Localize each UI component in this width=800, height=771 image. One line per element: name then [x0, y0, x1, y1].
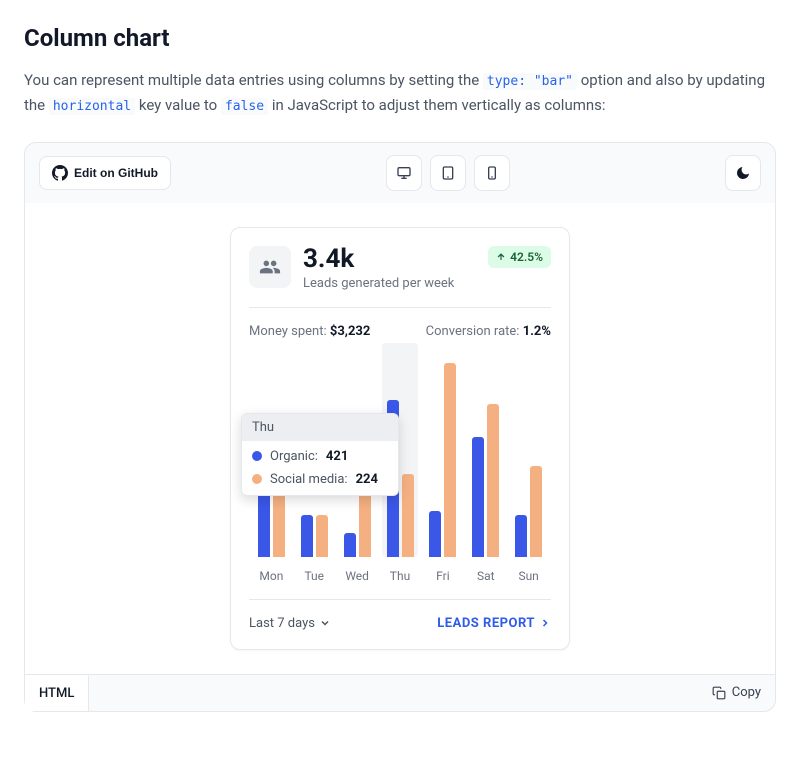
conversion-value: 1.2% [523, 324, 551, 339]
leads-subtitle: Leads generated per week [303, 276, 454, 291]
edit-on-github-button[interactable]: Edit on GitHub [39, 156, 171, 190]
x-axis-label: Tue [296, 569, 333, 583]
desc-text-1: You can represent multiple data entries … [24, 71, 483, 89]
page-description: You can represent multiple data entries … [24, 68, 776, 118]
preview-stage: 3.4k Leads generated per week 42.5% Mone… [25, 203, 775, 674]
copy-label: Copy [732, 685, 761, 700]
growth-value: 42.5% [510, 250, 543, 264]
copy-icon [712, 686, 726, 700]
desktop-preview-button[interactable] [386, 155, 422, 191]
copy-button[interactable]: Copy [698, 675, 775, 710]
x-axis-label: Fri [425, 569, 462, 583]
bar-group[interactable] [467, 353, 504, 557]
leads-total: 3.4k [303, 246, 454, 272]
desc-text-3: key value to [139, 96, 221, 114]
github-icon [52, 165, 68, 181]
example-panel: Edit on GitHub [24, 142, 776, 712]
chevron-right-icon [539, 617, 551, 629]
stats-row: Money spent: $3,232 Conversion rate: 1.2… [249, 324, 551, 339]
panel-toolbar: Edit on GitHub [25, 143, 775, 203]
growth-badge: 42.5% [488, 246, 551, 268]
bar-organic[interactable] [472, 437, 484, 557]
chevron-down-icon [319, 617, 331, 629]
x-axis-label: Wed [339, 569, 376, 583]
bar-social-media[interactable] [530, 466, 542, 556]
mobile-preview-button[interactable] [474, 155, 510, 191]
bar-social-media[interactable] [402, 474, 414, 557]
tooltip-title: Thu [242, 414, 398, 441]
arrow-up-icon [496, 252, 506, 262]
bar-organic[interactable] [429, 511, 441, 556]
divider [249, 307, 551, 308]
x-axis-label: Thu [382, 569, 419, 583]
code-snippet-false: false [221, 98, 268, 115]
tooltip-dot-social [252, 474, 262, 484]
tab-html[interactable]: HTML [25, 675, 89, 711]
desktop-icon [396, 165, 412, 181]
bar-group[interactable] [510, 353, 547, 557]
bar-social-media[interactable] [487, 404, 499, 556]
bar-social-media[interactable] [444, 363, 456, 557]
date-range-dropdown[interactable]: Last 7 days [249, 616, 331, 631]
money-spent-label: Money spent: [249, 324, 327, 339]
code-tabs: HTML Copy [25, 674, 775, 711]
dark-mode-toggle[interactable] [725, 155, 761, 191]
moon-icon [735, 165, 751, 181]
bar-organic[interactable] [301, 515, 313, 557]
tablet-preview-button[interactable] [430, 155, 466, 191]
code-snippet-type: type: "bar" [483, 73, 577, 90]
tablet-icon [440, 165, 456, 181]
edit-on-github-label: Edit on GitHub [74, 166, 158, 180]
bar-social-media[interactable] [316, 515, 328, 557]
code-snippet-horizontal: horizontal [49, 98, 135, 115]
users-icon [249, 246, 291, 288]
tooltip-value-social: 224 [356, 472, 378, 487]
tooltip-dot-organic [252, 451, 262, 461]
tooltip-value-organic: 421 [326, 449, 348, 464]
bar-group[interactable] [425, 353, 462, 557]
date-range-label: Last 7 days [249, 616, 315, 631]
x-axis-label: Mon [253, 569, 290, 583]
tooltip-label-organic: Organic: [270, 449, 318, 464]
device-preview-group [386, 155, 510, 191]
divider [249, 599, 551, 600]
tooltip-label-social: Social media: [270, 472, 348, 487]
mobile-icon [484, 165, 500, 181]
column-chart: MonTueWedThuFriSatSun Thu Organic: 421 S… [249, 353, 551, 583]
conversion-label: Conversion rate: [426, 324, 520, 339]
report-link-label: LEADS REPORT [437, 616, 535, 631]
bar-organic[interactable] [515, 515, 527, 556]
desc-text-4: in JavaScript to adjust them vertically … [272, 96, 606, 114]
leads-card: 3.4k Leads generated per week 42.5% Mone… [230, 227, 570, 650]
money-spent-value: $3,232 [330, 324, 371, 339]
chart-tooltip: Thu Organic: 421 Social media: 224 [241, 413, 399, 496]
x-axis-label: Sun [510, 569, 547, 583]
x-axis-label: Sat [467, 569, 504, 583]
leads-report-link[interactable]: LEADS REPORT [437, 616, 551, 631]
bar-organic[interactable] [344, 533, 356, 556]
page-title: Column chart [24, 24, 776, 52]
